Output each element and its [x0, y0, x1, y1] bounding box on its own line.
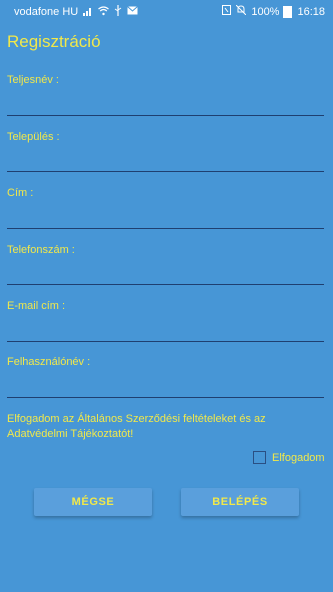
city-label: Település :	[7, 131, 60, 143]
email-label: E-mail cím :	[7, 300, 66, 312]
phone-input[interactable]	[7, 284, 324, 285]
email-input[interactable]	[7, 341, 324, 342]
username-label: Felhasználónév :	[7, 356, 91, 368]
address-input[interactable]	[7, 228, 324, 229]
carrier-name: vodafone HU	[14, 6, 79, 18]
status-bar: vodafone HU 100% 16:18	[0, 0, 333, 22]
fullname-label: Teljesnév :	[7, 74, 59, 86]
mail-icon	[127, 6, 139, 18]
username-input[interactable]	[7, 397, 324, 398]
city-input[interactable]	[7, 171, 324, 172]
status-left: vodafone HU	[14, 5, 139, 19]
fullname-input[interactable]	[7, 115, 324, 116]
login-button[interactable]: BELÉPÉS	[181, 488, 299, 516]
cancel-button[interactable]: MÉGSE	[34, 488, 152, 516]
nfc-icon	[222, 5, 232, 18]
battery-icon	[283, 5, 293, 18]
clock: 16:18	[297, 5, 325, 18]
address-label: Cím :	[7, 187, 34, 199]
status-right: 100% 16:18	[217, 4, 325, 18]
terms-text: Elfogadom az Általános Szerződési feltét…	[7, 413, 266, 440]
wifi-icon	[98, 5, 110, 19]
phone-label: Telefonszám :	[7, 244, 75, 256]
usb-icon	[114, 5, 122, 19]
mute-icon	[235, 4, 247, 18]
accept-checkbox-label[interactable]: Elfogadom	[272, 452, 325, 464]
accept-checkbox[interactable]	[253, 451, 266, 464]
page-title: Regisztráció	[7, 32, 101, 51]
signal-icon	[83, 6, 93, 19]
battery-percent: 100%	[251, 5, 280, 18]
